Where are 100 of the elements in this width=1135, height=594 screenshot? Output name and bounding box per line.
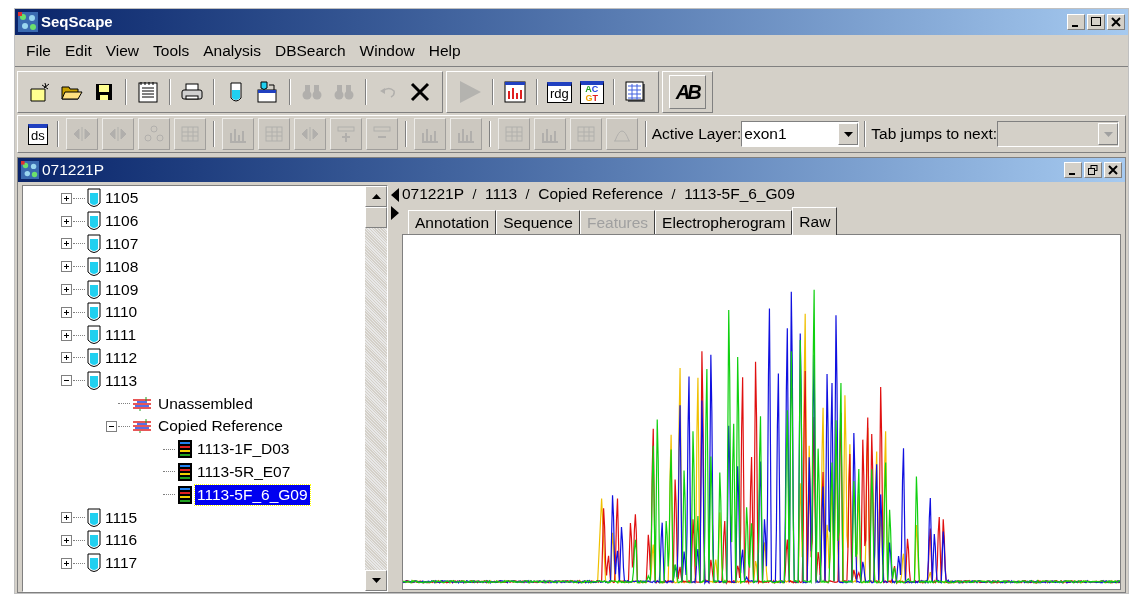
menu-item[interactable]: File [19,38,58,63]
trace-file-icon [177,439,193,460]
scroll-down-icon[interactable] [371,578,381,583]
table-icon [624,81,647,103]
restore-icon [1088,165,1098,175]
restore-button[interactable] [1084,162,1102,178]
window-title: SeqScape [41,11,113,32]
test-tube-icon [87,302,101,323]
menu-item[interactable]: Edit [58,38,99,63]
test-tube-icon [87,234,101,254]
expand-icon[interactable] [61,306,72,318]
path-separator-icon [472,188,478,200]
path-separator-icon [671,188,677,200]
scrollbar[interactable] [365,186,387,591]
test-tube-icon [87,530,101,551]
expand-icon[interactable] [61,284,72,296]
test-tube-icon [87,370,101,391]
menu-item[interactable]: View [98,38,147,63]
chart-window-icon [504,81,526,103]
tab[interactable]: Annotation [408,210,497,234]
test-tube-icon [229,81,243,103]
app-logo-icon [18,12,38,32]
minimize-button[interactable] [1064,162,1082,178]
tree-item[interactable]: 1113-5R_E07 [195,461,293,482]
tab[interactable]: Electropherogram [655,210,793,234]
test-tube-icon [87,507,101,528]
scroll-up-icon[interactable] [371,194,381,199]
menu-item[interactable]: Analysis [196,38,268,63]
tree-item[interactable]: 1111 [103,325,139,346]
tree-item[interactable]: Unassembled [156,393,255,414]
expand-icon[interactable] [61,215,72,227]
arrows-icon [107,125,128,143]
expand-icon[interactable] [61,534,72,546]
logo-tool-button[interactable]: AB [668,75,706,109]
breadcrumb-item: 071221P [402,184,465,205]
expand-icon[interactable] [61,352,72,364]
menu-item[interactable]: Tools [146,38,197,63]
menu-item[interactable]: Window [352,38,422,63]
expand-icon[interactable] [61,192,72,204]
notepad-icon [138,81,158,103]
close-button[interactable] [1104,162,1122,178]
breadcrumb-item: 1113-5F_6_G09 [684,184,795,205]
breadcrumb-item: 1113 [485,184,518,205]
expand-icon[interactable] [61,261,72,273]
expand-icon[interactable] [61,512,72,524]
text-window-tool-button[interactable]: ds [24,118,52,150]
tube-import-icon [257,81,279,103]
close-icon [1111,17,1121,27]
scroll-thumb[interactable] [365,207,387,228]
expand-icon[interactable] [61,557,72,569]
minimize-button[interactable] [1067,14,1085,30]
breadcrumb-item: Copied Reference [538,184,664,205]
stacked-lines-icon [132,395,154,412]
test-tube-icon [87,256,101,277]
binoculars-icon [334,83,354,101]
tree-item[interactable]: 1110 [103,302,140,323]
delete-x-icon [410,82,430,102]
tab[interactable]: Sequence [496,210,580,234]
close-icon [1108,165,1118,175]
test-tube-icon [87,188,101,209]
collapse-icon[interactable] [106,420,117,432]
maximize-button[interactable] [1087,14,1105,30]
tree-item[interactable]: 1112 [103,347,140,368]
active-layer-dropdown[interactable]: exon1 [741,121,860,147]
printer-icon [181,82,203,102]
menu-item[interactable]: DBSearch [267,38,353,63]
close-button[interactable] [1107,14,1125,30]
minimize-icon [1069,172,1075,175]
tree-item[interactable]: 1113 [103,370,140,391]
expand-icon[interactable] [61,329,72,341]
test-tube-icon [87,279,101,300]
new-file-icon [29,82,51,102]
minimize-icon [1072,24,1078,27]
path-separator-icon [525,188,531,200]
tree-item[interactable]: 1106 [103,211,141,232]
tab[interactable]: Raw [792,207,838,235]
trace-file-icon [177,484,193,505]
tree-item[interactable]: Copied Reference [156,416,285,437]
tree-item[interactable]: 1116 [103,530,140,551]
active-layer-label: Active Layer: [651,124,742,145]
document-window-title: 071221P [42,160,105,181]
menu-item[interactable]: Help [421,38,468,63]
dropdown-arrow-icon [1103,131,1113,137]
tree-item[interactable]: 1108 [103,256,141,277]
tree-item[interactable]: 1113-5F_6_G09 [195,484,310,505]
tree-item[interactable]: 1107 [103,234,141,254]
tab-jumps-dropdown[interactable] [997,121,1119,147]
tree-item[interactable]: 1115 [103,507,140,528]
tree-item[interactable]: 1105 [103,188,141,209]
play-icon [457,79,483,105]
dropdown-arrow-icon [843,131,853,137]
tree-item[interactable]: 1113-1F_D03 [195,439,292,460]
trace-file-icon [177,461,193,482]
tree-item[interactable]: 1117 [103,553,140,574]
app-logo-icon [21,161,39,179]
expand-icon[interactable] [61,238,72,250]
stacked-lines-icon [132,418,154,435]
tree-item[interactable]: 1109 [103,279,141,300]
collapse-icon[interactable] [61,375,72,387]
test-tube-icon [87,211,101,232]
